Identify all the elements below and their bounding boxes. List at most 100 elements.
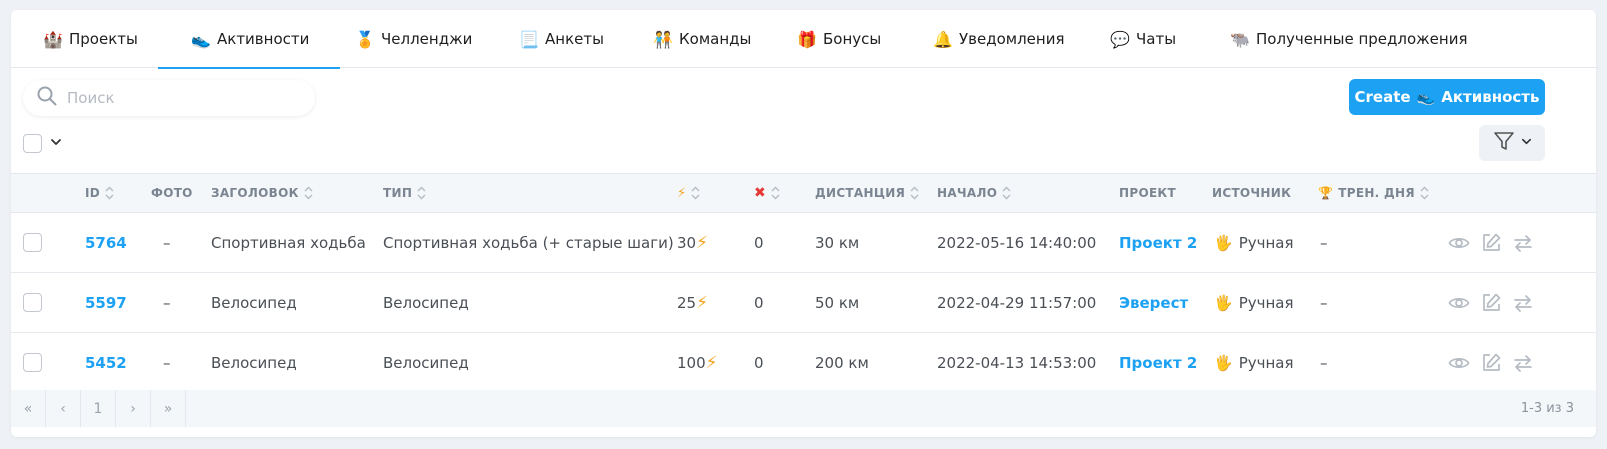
row-distance: 200 км [815,353,869,372]
column-type[interactable]: ТИП [383,174,426,212]
first-page-button[interactable]: « [11,390,46,427]
gift-icon: 🎁 [797,29,817,49]
row-trainer: – [1320,353,1328,372]
sort-icon [304,186,313,200]
filter-button[interactable] [1479,125,1545,161]
lightning-icon: ⚡ [696,292,709,313]
column-source: ИСТОЧНИК [1212,186,1292,200]
tab-surveys[interactable]: 📃 Анкеты [519,10,604,68]
row-actions [1448,213,1534,272]
trophy-icon: 🏆 [1318,186,1334,200]
eye-icon[interactable] [1448,352,1470,374]
row-project-link[interactable]: Эверест [1119,294,1188,312]
table-row: 5597 – Велосипед Велосипед 25 ⚡ 0 50 км 2… [11,273,1596,333]
tab-label: Проекты [69,30,138,48]
row-type: Велосипед [383,353,469,372]
transfer-icon[interactable] [1512,352,1534,374]
row-source: 🖐 Ручная [1214,293,1294,312]
column-photo: ФОТО [151,186,193,200]
table-row: 5764 – Спортивная ходьба Спортивная ходь… [11,213,1596,273]
row-title: Велосипед [211,353,297,372]
speech-bubble-icon: 💬 [1110,29,1130,49]
tab-label: Анкеты [545,30,604,48]
row-id-link[interactable]: 5452 [85,354,127,372]
column-title[interactable]: ЗАГОЛОВОК [211,174,313,212]
transfer-icon[interactable] [1512,292,1534,314]
page-1-button[interactable]: 1 [81,390,116,427]
table-row: 5452 – Велосипед Велосипед 100 ⚡ 0 200 км… [11,333,1596,393]
chevron-down-icon[interactable] [50,136,62,152]
row-checkbox[interactable] [23,293,42,312]
tab-projects[interactable]: 🏰 Проекты [43,10,138,68]
next-page-button[interactable]: › [116,390,151,427]
row-distance: 50 км [815,293,860,312]
row-energy: 25 ⚡ [677,292,709,313]
activities-panel: 🏰 Проекты 👟 Активности 🏅 Челленджи 📃 Анк… [11,10,1596,437]
column-trainer[interactable]: 🏆 ТРЕН. ДНЯ [1318,174,1429,212]
pagination: « ‹ 1 › » 1-3 из 3 [11,390,1596,427]
sneaker-icon: 👟 [1416,88,1436,106]
edit-icon[interactable] [1480,292,1502,314]
eye-icon[interactable] [1448,292,1470,314]
sneaker-icon: 👟 [191,29,211,49]
row-checkbox[interactable] [23,353,42,372]
tab-received-offers[interactable]: 🐃 Полученные предложения [1230,10,1467,68]
row-id-link[interactable]: 5597 [85,294,127,312]
create-prefix: Create [1354,88,1411,106]
column-energy[interactable]: ⚡ [677,174,700,212]
tab-activities[interactable]: 👟 Активности [157,10,341,69]
row-id-link[interactable]: 5764 [85,234,127,252]
edit-icon[interactable] [1480,232,1502,254]
row-energy: 30 ⚡ [677,232,709,253]
row-trainer: – [1320,293,1328,312]
transfer-icon[interactable] [1512,232,1534,254]
column-start[interactable]: НАЧАЛО [937,174,1011,212]
column-id[interactable]: ID [85,174,114,212]
sort-icon [691,186,700,200]
search-input[interactable] [67,89,287,107]
team-icon: 🧑‍🤝‍🧑 [653,29,673,49]
tab-bar: 🏰 Проекты 👟 Активности 🏅 Челленджи 📃 Анк… [11,10,1596,69]
sort-icon [1002,186,1011,200]
row-checkbox[interactable] [23,233,42,252]
column-cancel[interactable]: ✖ [754,174,780,212]
row-title: Велосипед [211,293,297,312]
edit-icon[interactable] [1480,352,1502,374]
tab-chats[interactable]: 💬 Чаты [1110,10,1176,68]
hand-icon: 🖐 [1214,353,1233,372]
tab-notifications[interactable]: 🔔 Уведомления [933,10,1064,68]
sort-icon [910,186,919,200]
column-distance[interactable]: ДИСТАНЦИЯ [815,174,919,212]
tab-bonuses[interactable]: 🎁 Бонусы [797,10,881,68]
prev-page-button[interactable]: ‹ [46,390,81,427]
tab-challenges[interactable]: 🏅 Челленджи [355,10,472,68]
create-activity-button[interactable]: Create 👟 Активность [1349,79,1545,115]
funnel-icon [1493,130,1515,156]
create-label: Активность [1441,88,1540,106]
tab-label: Челленджи [381,30,473,48]
bulk-select[interactable] [23,134,62,153]
tab-label: Бонусы [823,30,882,48]
row-trainer: – [1320,233,1328,252]
row-energy: 100 ⚡ [677,352,718,373]
search-box[interactable] [23,80,315,116]
eye-icon[interactable] [1448,232,1470,254]
castle-icon: 🏰 [43,29,63,49]
lightning-icon: ⚡ [677,185,687,201]
row-project-link[interactable]: Проект 2 [1119,234,1197,252]
sort-icon [1420,186,1429,200]
row-actions [1448,273,1534,332]
row-photo: – [163,353,171,372]
row-type: Велосипед [383,293,469,312]
row-distance: 30 км [815,233,860,252]
select-all-checkbox[interactable] [23,134,42,153]
last-page-button[interactable]: » [151,390,186,427]
row-cancel: 0 [754,353,764,372]
tab-teams[interactable]: 🧑‍🤝‍🧑 Команды [653,10,751,68]
tab-label: Чаты [1136,30,1177,48]
cross-icon: ✖ [754,185,767,201]
row-source: 🖐 Ручная [1214,353,1294,372]
lightning-icon: ⚡ [696,232,709,253]
row-project-link[interactable]: Проект 2 [1119,354,1197,372]
row-start: 2022-04-29 11:57:00 [937,293,1097,312]
